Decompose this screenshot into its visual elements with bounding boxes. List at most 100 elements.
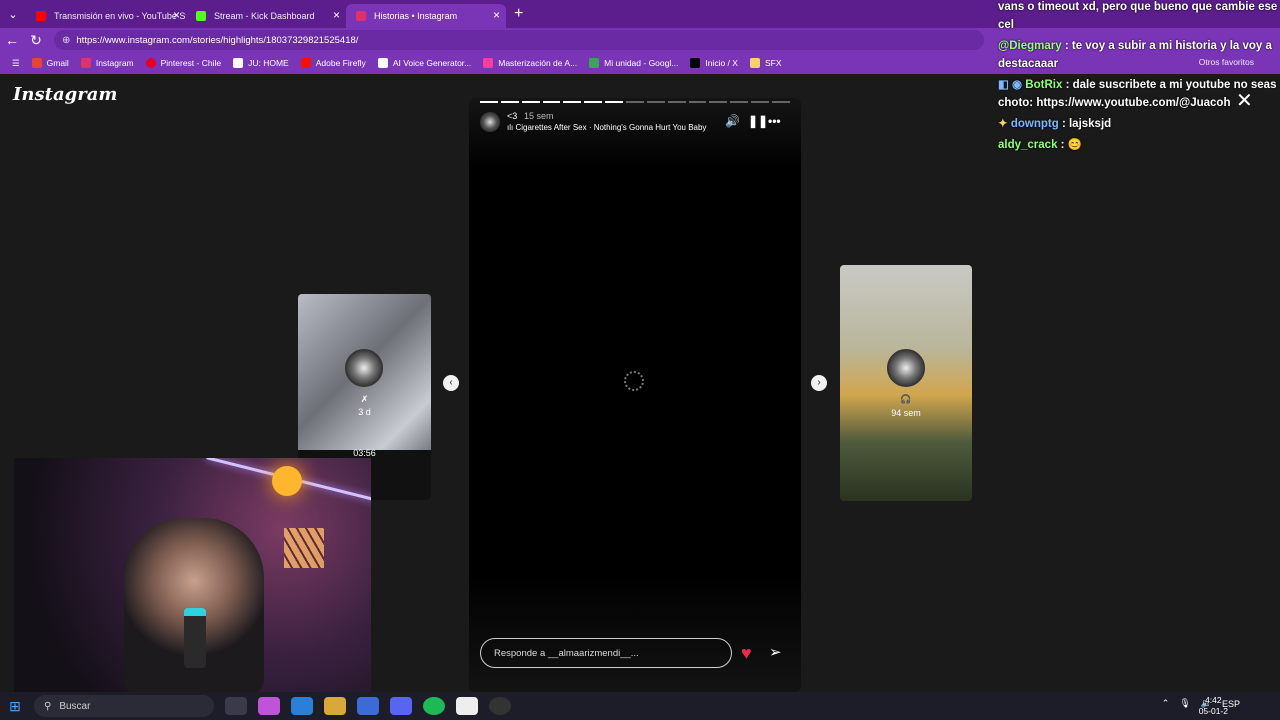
tray-chevron-icon[interactable]: ⌃ xyxy=(1162,698,1170,709)
new-tab-button[interactable]: + xyxy=(514,5,523,23)
tab-label: Historias • Instagram xyxy=(374,11,458,21)
chat-message: vans o timeout xd, pero que bueno que ca… xyxy=(998,0,1277,17)
chat-text: : 😊 xyxy=(1060,139,1083,151)
microphone xyxy=(184,608,206,668)
next-story-preview[interactable]: 🎧 94 sem xyxy=(840,265,972,501)
bookmarks-menu-icon[interactable]: ☰ xyxy=(12,58,20,69)
volume-icon[interactable]: 🔊 xyxy=(725,114,740,128)
discord-icon[interactable] xyxy=(390,697,412,715)
progress-segment xyxy=(563,101,582,103)
progress-segment xyxy=(480,101,498,103)
story-time: 3 d xyxy=(358,407,371,417)
capcut-icon[interactable] xyxy=(456,697,478,715)
chat-text: choto: https://www.youtube.com/@Juacoh xyxy=(998,97,1231,109)
progress-segment xyxy=(584,101,603,103)
edge-icon[interactable] xyxy=(291,697,313,715)
x-icon xyxy=(690,58,701,68)
reload-button[interactable]: ↻ xyxy=(24,32,48,49)
progress-segment xyxy=(626,101,644,103)
bookmark-ai-voice[interactable]: AI Voice Generator... xyxy=(377,58,472,68)
url-text: https://www.instagram.com/stories/highli… xyxy=(76,34,359,46)
bookmark-label: SFX xyxy=(764,58,782,68)
bookmark-adobe-firefly[interactable]: Adobe Firefly xyxy=(300,58,366,68)
progress-segment xyxy=(605,101,624,103)
chat-message: ✦ downptg : lajsksjd xyxy=(998,115,1111,134)
progress-segment xyxy=(646,101,665,103)
headphones-icon: 🎧 xyxy=(900,394,912,404)
song-title: Cigarettes After Sex · Nothing's Gonna H… xyxy=(515,123,707,132)
adobe-icon xyxy=(300,58,311,68)
chat-text: : lajsksjd xyxy=(1061,118,1112,130)
close-icon[interactable]: ✕ xyxy=(1236,88,1253,113)
reply-input[interactable]: Responde a __almaarizmendi__... xyxy=(480,638,732,668)
bookmark-label: Mi unidad - Googl... xyxy=(604,58,679,68)
copilot-icon[interactable] xyxy=(258,697,280,715)
tab-search-button[interactable]: ⌄ xyxy=(0,0,26,28)
tab-youtube-studio[interactable]: Transmisión en vivo - YouTube Stu × xyxy=(26,4,186,28)
next-story-arrow[interactable]: › xyxy=(811,375,827,391)
bookmark-ju-home[interactable]: JU: HOME xyxy=(233,58,289,68)
more-options-icon[interactable]: ••• xyxy=(768,114,781,128)
chat-username: aldy_crack xyxy=(998,139,1058,151)
hexagon-lights xyxy=(284,528,324,568)
story-author-avatar[interactable] xyxy=(480,112,500,132)
windows-taskbar: ⊞ ⚲ Buscar ⌃ 🎙 🔈 ESP 4:42 05-01-2 xyxy=(0,692,1280,720)
url-field[interactable]: ⊕ https://www.instagram.com/stories/high… xyxy=(54,30,984,50)
spotify-icon[interactable] xyxy=(423,697,445,715)
clock-date: 05-01-2 xyxy=(1198,706,1228,716)
chat-username: @Diegmary xyxy=(998,40,1062,52)
bookmark-instagram[interactable]: Instagram xyxy=(80,58,134,68)
like-heart-icon[interactable]: ♥ xyxy=(741,643,752,664)
site-info-icon[interactable]: ⊕ xyxy=(62,35,70,46)
progress-segment xyxy=(542,101,561,103)
taskbar-search[interactable]: ⚲ Buscar xyxy=(34,695,214,717)
progress-segment xyxy=(688,101,707,103)
close-tab-icon[interactable]: × xyxy=(493,8,500,22)
instagram-icon xyxy=(80,58,91,68)
chat-message: @Diegmary : te voy a subir a mi historia… xyxy=(998,37,1272,56)
chat-message: choto: https://www.youtube.com/@Juacoh xyxy=(998,94,1230,113)
progress-segment xyxy=(521,101,540,103)
bookmark-pinterest[interactable]: Pinterest - Chile xyxy=(145,58,221,68)
close-tab-icon[interactable]: × xyxy=(173,8,180,22)
store-icon[interactable] xyxy=(357,697,379,715)
clock[interactable]: 4:42 05-01-2 xyxy=(1199,695,1228,717)
close-tab-icon[interactable]: × xyxy=(333,8,340,22)
previous-story-arrow[interactable]: ‹ xyxy=(443,375,459,391)
tab-kick-dashboard[interactable]: Stream - Kick Dashboard × xyxy=(186,4,346,28)
task-view-icon[interactable] xyxy=(225,697,247,715)
master-icon xyxy=(483,58,494,68)
bookmark-gmail[interactable]: Gmail xyxy=(31,58,69,68)
instagram-logo[interactable]: Instagram xyxy=(13,84,117,105)
progress-segment xyxy=(772,101,790,103)
badge-icon: ✦ xyxy=(998,118,1011,130)
pinterest-icon xyxy=(145,58,156,68)
story-song[interactable]: ılı Cigarettes After Sex · Nothing's Gon… xyxy=(507,123,706,132)
bookmark-google-drive[interactable]: Mi unidad - Googl... xyxy=(589,58,678,68)
chat-username: BotRix xyxy=(1025,79,1063,91)
elevenlabs-icon xyxy=(377,58,388,68)
bookmark-label: AI Voice Generator... xyxy=(392,58,472,68)
bookmark-sfx[interactable]: SFX xyxy=(749,58,782,68)
video-duration: 03:56 xyxy=(353,448,376,458)
story-time: 15 sem xyxy=(524,111,554,121)
chat-message: cel xyxy=(998,16,1014,35)
obs-icon[interactable] xyxy=(489,697,511,715)
chat-text: : te voy a subir a mi historia y la voy … xyxy=(1064,40,1272,52)
pause-icon[interactable]: ❚❚ xyxy=(748,114,768,128)
folder-icon xyxy=(749,58,760,68)
bookmark-label: Inicio / X xyxy=(705,58,738,68)
windows-start-icon[interactable]: ⊞ xyxy=(0,698,30,715)
story-author-name[interactable]: <3 xyxy=(507,111,517,121)
story-time: 94 sem xyxy=(891,408,921,418)
tab-instagram-stories[interactable]: Historias • Instagram × xyxy=(346,4,506,28)
microphone-icon[interactable]: 🎙 xyxy=(1179,698,1190,709)
chat-message: destacaaar xyxy=(998,55,1058,74)
story-card[interactable]: <3 15 sem ılı Cigarettes After Sex · Not… xyxy=(469,98,801,692)
back-button[interactable]: ← xyxy=(0,32,24,48)
bookmark-label: Adobe Firefly xyxy=(315,58,366,68)
send-icon[interactable]: ➢ xyxy=(769,643,782,661)
file-explorer-icon[interactable] xyxy=(324,697,346,715)
bookmark-masterizacion[interactable]: Masterización de A... xyxy=(483,58,577,68)
bookmark-x[interactable]: Inicio / X xyxy=(690,58,738,68)
